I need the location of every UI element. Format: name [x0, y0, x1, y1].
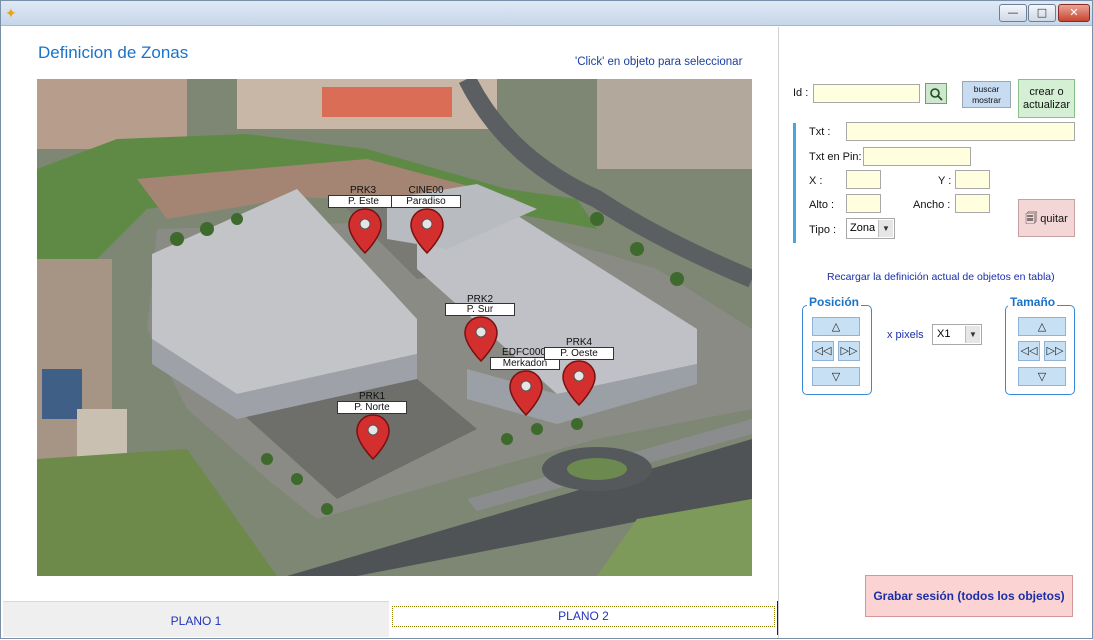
y-label: Y :: [938, 175, 952, 187]
close-button[interactable]: ✕: [1058, 4, 1090, 22]
alto-field[interactable]: [846, 194, 881, 213]
app-bird-icon: ✦: [5, 6, 17, 22]
txt-pin-label: Txt en Pin:: [809, 151, 862, 163]
search-button[interactable]: [925, 83, 947, 104]
chevron-down-icon: ▼: [965, 326, 980, 343]
map-pin-icon[interactable]: [409, 207, 445, 255]
pos-up-button[interactable]: △: [812, 317, 860, 336]
page-title: Definicion de Zonas: [38, 43, 189, 62]
title-bar[interactable]: ✦ — □ ✕: [1, 1, 1092, 26]
pos-left-button[interactable]: ◁◁: [812, 341, 834, 361]
grabar-sesion-button[interactable]: Grabar sesión (todos los objetos): [865, 575, 1073, 617]
maximize-button[interactable]: □: [1028, 4, 1056, 22]
alto-label: Alto :: [809, 199, 835, 211]
app-window: ✦ — □ ✕ Definicion de Zonas 'Click' en o…: [0, 0, 1093, 639]
buscar-mostrar-button[interactable]: buscar mostrar: [962, 81, 1011, 108]
multiplier-value: X1: [937, 328, 951, 340]
y-field[interactable]: [955, 170, 990, 189]
size-left-button[interactable]: ◁◁: [1018, 341, 1040, 361]
x-label: X :: [809, 175, 823, 187]
aerial-map-image: [37, 79, 752, 576]
multiplier-select[interactable]: X1 ▼: [932, 324, 982, 345]
quitar-label: quitar: [1040, 213, 1068, 225]
tipo-select[interactable]: Zona ▼: [846, 218, 895, 239]
map-pin-icon[interactable]: [347, 207, 383, 255]
map-pin-icon[interactable]: [508, 369, 544, 417]
object-editor-panel: Id : buscar mostrar crear o actualizar T…: [778, 27, 1092, 638]
crear-label: crear o: [1029, 86, 1064, 98]
actualizar-label: actualizar: [1022, 99, 1071, 111]
minimize-button[interactable]: —: [999, 4, 1027, 22]
size-down-button[interactable]: ▽: [1018, 367, 1066, 386]
buscar-label: buscar: [973, 84, 1000, 94]
pos-down-button[interactable]: ▽: [812, 367, 860, 386]
tab-plano-2[interactable]: PLANO 2: [392, 606, 775, 627]
map-pin-icon[interactable]: [355, 413, 391, 461]
x-pixels-label: x pixels: [887, 329, 924, 341]
delete-doc-icon: 🗐: [1025, 211, 1038, 225]
tamano-title: Tamaño: [1008, 295, 1058, 309]
aerial-map[interactable]: PRK3 P. Este CINE00 Paradiso PRK2 P. Sur…: [37, 79, 752, 576]
quitar-button[interactable]: 🗐 quitar: [1018, 199, 1075, 237]
section-bar: [793, 123, 796, 243]
mostrar-label: mostrar: [972, 95, 1001, 105]
pos-right-button[interactable]: ▷▷: [838, 341, 860, 361]
posicion-title: Posición: [807, 295, 862, 309]
tipo-label: Tipo :: [809, 224, 837, 236]
id-field[interactable]: [813, 84, 920, 103]
map-pin-icon[interactable]: [561, 359, 597, 407]
txt-field[interactable]: [846, 122, 1075, 141]
txt-pin-field[interactable]: [863, 147, 971, 166]
size-up-button[interactable]: △: [1018, 317, 1066, 336]
tab-plano-1[interactable]: PLANO 1: [3, 601, 389, 637]
txt-label: Txt :: [809, 126, 831, 138]
map-panel: Definicion de Zonas 'Click' en objeto pa…: [2, 27, 779, 638]
reload-definition-link[interactable]: Recargar la definición actual de objetos…: [827, 271, 1055, 283]
id-label: Id :: [793, 87, 809, 99]
selection-hint: 'Click' en objeto para seleccionar: [575, 56, 743, 68]
size-right-button[interactable]: ▷▷: [1044, 341, 1066, 361]
x-field[interactable]: [846, 170, 881, 189]
ancho-label: Ancho :: [913, 199, 951, 211]
search-icon: [930, 88, 943, 101]
crear-actualizar-button[interactable]: crear o actualizar: [1018, 79, 1075, 118]
chevron-down-icon: ▼: [878, 220, 893, 237]
ancho-field[interactable]: [955, 194, 990, 213]
tipo-value: Zona: [850, 222, 876, 234]
